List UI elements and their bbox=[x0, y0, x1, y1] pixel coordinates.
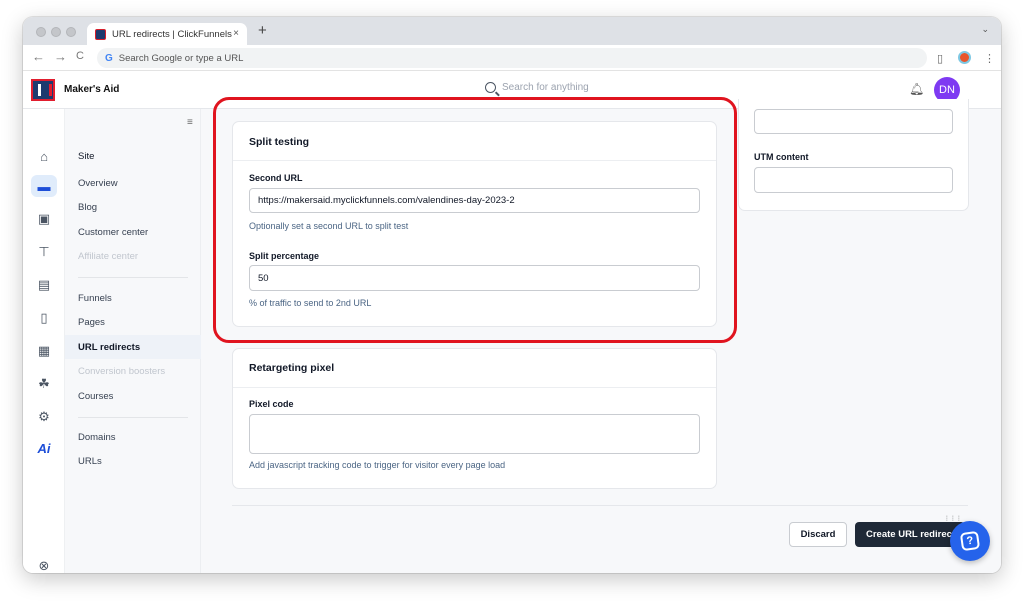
subnav-item-funnels[interactable]: Funnels bbox=[78, 293, 112, 304]
pixel-code-label: Pixel code bbox=[249, 399, 294, 409]
subnav-item-conversion-boosters[interactable]: Conversion boosters bbox=[78, 366, 165, 377]
discard-button[interactable]: Discard bbox=[789, 522, 847, 547]
global-search-placeholder: Search for anything bbox=[502, 82, 589, 93]
retargeting-pixel-title: Retargeting pixel bbox=[249, 362, 335, 374]
collapse-sidebar-icon[interactable]: ≡ bbox=[187, 117, 193, 128]
tab-search-chevron-icon[interactable]: ⌄ bbox=[981, 24, 989, 35]
address-bar-placeholder: Search Google or type a URL bbox=[118, 52, 244, 64]
utm-content-input[interactable] bbox=[754, 167, 953, 193]
subnav-item-url-redirects[interactable]: URL redirects bbox=[65, 335, 201, 359]
ai-icon[interactable]: Ai bbox=[31, 437, 57, 459]
card-divider bbox=[233, 387, 716, 388]
create-url-redirect-button[interactable]: Create URL redirect bbox=[855, 522, 965, 547]
back-arrow-icon[interactable]: ← bbox=[32, 49, 45, 64]
pixel-code-textarea[interactable] bbox=[249, 414, 700, 454]
global-search[interactable]: Search for anything bbox=[485, 82, 589, 93]
subnav-item-affiliate-center[interactable]: Affiliate center bbox=[78, 251, 138, 262]
utm-card: UTM content bbox=[738, 99, 969, 211]
tab-strip: URL redirects | ClickFunnels × + ⌄ bbox=[23, 17, 1001, 45]
subnav-item-courses[interactable]: Courses bbox=[78, 391, 113, 402]
help-icon[interactable]: ⊗ bbox=[31, 555, 57, 573]
automation-icon[interactable]: ☘ bbox=[31, 373, 57, 395]
settings-icon[interactable]: ⚙ bbox=[31, 406, 57, 428]
browser-menu-icon[interactable]: ⋮ bbox=[984, 52, 995, 65]
store-icon[interactable]: ▣ bbox=[31, 208, 57, 230]
subnav-item-pages[interactable]: Pages bbox=[78, 317, 105, 328]
footer-divider bbox=[232, 505, 968, 506]
utm-content-label: UTM content bbox=[754, 152, 809, 162]
money-icon[interactable]: ▦ bbox=[31, 340, 57, 362]
subnav-item-urls[interactable]: URLs bbox=[78, 456, 102, 467]
subnav-item-domains[interactable]: Domains bbox=[78, 432, 116, 443]
reload-icon[interactable]: C bbox=[76, 50, 84, 62]
home-icon[interactable]: ⌂ bbox=[31, 145, 57, 167]
utm-term-input[interactable] bbox=[754, 109, 953, 134]
browser-toolbar: ← → C G Search Google or type a URL ▯ ⋮ bbox=[23, 45, 1001, 71]
window-zoom-dot[interactable] bbox=[66, 27, 76, 37]
icon-rail: ⌂ ▬ ▣ ⊤ ▤ ▯ ▦ ☘ ⚙ Ai ⊗ bbox=[23, 109, 65, 573]
help-chat-button[interactable]: ? bbox=[950, 521, 990, 561]
subnav-divider bbox=[78, 417, 188, 418]
analytics-icon[interactable]: ▯ bbox=[31, 307, 57, 329]
workspace-name[interactable]: Maker's Aid bbox=[64, 84, 119, 95]
highlight-outline bbox=[213, 97, 737, 343]
forward-arrow-icon[interactable]: → bbox=[54, 49, 67, 64]
site-subnav: Site Overview Blog Customer center Affil… bbox=[65, 109, 201, 573]
tab-title: URL redirects | ClickFunnels bbox=[112, 28, 232, 40]
subnav-item-overview[interactable]: Overview bbox=[78, 178, 118, 189]
pixel-code-help: Add javascript tracking code to trigger … bbox=[249, 460, 506, 470]
window-minimize-dot[interactable] bbox=[51, 27, 61, 37]
new-tab-button[interactable]: + bbox=[258, 22, 267, 39]
side-panel-icon[interactable]: ▯ bbox=[937, 52, 943, 65]
window-close-dot[interactable] bbox=[36, 27, 46, 37]
tab-close-icon[interactable]: × bbox=[233, 28, 239, 39]
clickfunnels-logo-icon[interactable] bbox=[31, 79, 55, 101]
contacts-icon[interactable]: ▤ bbox=[31, 274, 57, 296]
chat-icon: ? bbox=[959, 530, 981, 552]
subnav-heading-site: Site bbox=[78, 151, 95, 162]
notifications-bell-icon[interactable]: 🔔︎ bbox=[909, 82, 924, 96]
subnav-item-customer-center[interactable]: Customer center bbox=[78, 227, 148, 238]
drag-grip-icon: ⋮⋮⋮ bbox=[944, 516, 962, 522]
retargeting-pixel-card: Retargeting pixel Pixel code Add javascr… bbox=[232, 348, 717, 489]
website-icon[interactable]: ▬ bbox=[31, 175, 57, 197]
extension-icon[interactable] bbox=[958, 51, 971, 64]
search-icon bbox=[485, 82, 496, 93]
clickfunnels-favicon-icon bbox=[95, 28, 106, 40]
cart-icon[interactable]: ⊤ bbox=[31, 241, 57, 263]
subnav-divider bbox=[78, 277, 188, 278]
google-icon: G bbox=[105, 52, 113, 64]
address-bar[interactable]: G Search Google or type a URL bbox=[97, 48, 927, 68]
subnav-item-blog[interactable]: Blog bbox=[78, 202, 97, 213]
browser-tab-active[interactable]: URL redirects | ClickFunnels × bbox=[87, 23, 247, 45]
